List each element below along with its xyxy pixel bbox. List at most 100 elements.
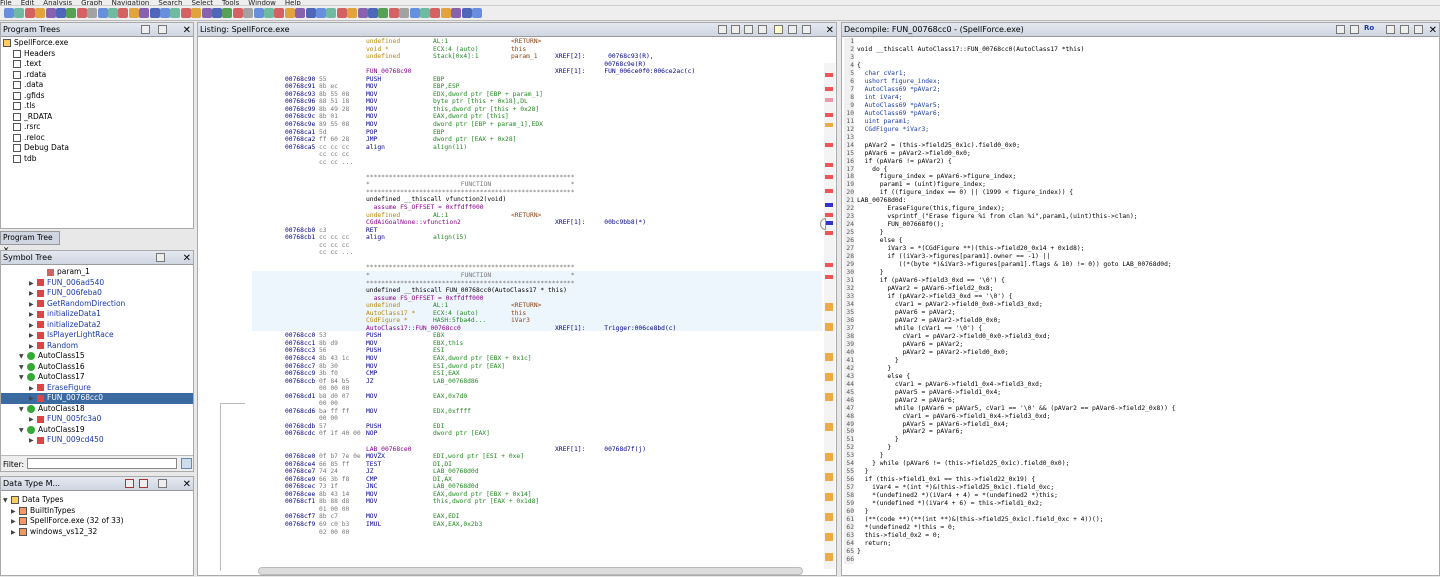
toolbar-button-icon[interactable] — [316, 8, 326, 18]
symbol-tree-item[interactable]: ▶ initializeData1 — [1, 309, 193, 320]
symbol-tree-item[interactable]: ▼ AutoClass19 — [1, 425, 193, 436]
listing-line[interactable]: 00768cdb 57 PUSH EDI — [198, 423, 820, 431]
listing-line[interactable]: 00 00 — [198, 400, 820, 408]
decompile-code[interactable]: 1 2 void __thiscall AutoClass17::FUN_00768… — [842, 38, 1440, 577]
toolbar-button-icon[interactable] — [326, 8, 337, 18]
decompile-line[interactable]: 47 while (pAVar6 = pAVar5, cVar1 == '\0'… — [842, 404, 1440, 413]
listing-line[interactable]: 00768cc7 8b 30 MOV ESI,dword ptr [EAX] — [198, 363, 820, 371]
listing-line[interactable]: * FUNCTION * — [198, 181, 820, 189]
decompile-line[interactable]: 42 } — [842, 364, 1440, 373]
decompile-line[interactable]: 25 } — [842, 229, 1440, 238]
decompile-line[interactable]: 30 } — [842, 269, 1440, 278]
tree-item-section[interactable]: Headers — [3, 49, 193, 60]
listing-line[interactable]: AutoClass17::FUN_00768cc0 XREF[1]: Trigge… — [198, 325, 820, 333]
listing-line[interactable]: ****************************************… — [198, 189, 820, 197]
decompile-line[interactable]: 46 pAVar2 = pAVar6; — [842, 396, 1440, 405]
cursor-icon[interactable] — [774, 25, 783, 34]
toolbar-button-icon[interactable] — [128, 8, 139, 18]
camera-icon[interactable] — [1400, 25, 1409, 34]
listing-line[interactable]: assume FS_OFFSET = 0xffdff000 — [198, 204, 820, 212]
close-icon[interactable]: ✕ — [826, 24, 834, 38]
toolbar-button-icon[interactable] — [76, 8, 87, 18]
decompile-line[interactable]: 29 ((*(byte *)&iVar3->figures[param1].fl… — [842, 261, 1440, 270]
toolbar-button-icon[interactable] — [388, 8, 399, 18]
decompile-line[interactable]: 36 pAVar2 = pAVar2->field0_0x0; — [842, 316, 1440, 325]
expand-arrow-icon[interactable]: ▶ — [11, 528, 19, 538]
toolbar-button-icon[interactable] — [108, 8, 118, 18]
overview-bar[interactable] — [824, 63, 835, 569]
listing-line[interactable]: 00768c93 8b 55 08 MOV EDX,dword ptr [EBP + … — [198, 91, 820, 99]
listing-line[interactable]: 00768c9c 8b 01 MOV EAX,dword ptr [this] — [198, 113, 820, 121]
listing-line[interactable]: 00768c91 8b ec MOV EBP,ESP — [198, 83, 820, 91]
decompile-line[interactable]: 43 else { — [842, 372, 1440, 381]
listing-line[interactable]: 00768ca5 cc cc cc align align(11) — [198, 144, 820, 152]
listing-line[interactable]: undefined __thiscall FUN_00768cc0(AutoCl… — [198, 287, 820, 295]
decompile-line[interactable]: 54 } while (pAVar6 != (this->field25_0x1… — [842, 460, 1440, 469]
listing-line[interactable]: 00768cec 73 1f JNC LAB_00768d0d — [198, 483, 820, 491]
decompile-line[interactable]: 66 — [842, 555, 1440, 564]
listing-line[interactable]: 00768ce4 66 85 ff TEST DI,DI — [198, 461, 820, 469]
decompile-line[interactable]: 5 char cVar1; — [842, 69, 1440, 78]
toolbar-button-icon[interactable] — [451, 8, 462, 18]
decompile-line[interactable]: 60 } — [842, 508, 1440, 517]
symbol-tree-item[interactable]: ▼ AutoClass16 — [1, 362, 193, 373]
toolbar-button-icon[interactable] — [149, 8, 160, 18]
toolbar-button-icon[interactable] — [56, 8, 66, 18]
data-type-item[interactable]: ▶ windows_vs12_32 — [1, 527, 193, 538]
toolbar-button-icon[interactable] — [243, 8, 254, 18]
listing-line[interactable]: 00768cc1 8b d9 MOV EBX,this — [198, 340, 820, 348]
symbol-tree-item[interactable]: ▶ FUN_00768cc0 — [1, 393, 193, 404]
tree-root[interactable]: SpellForce.exe — [3, 38, 193, 49]
collapse-icon[interactable] — [158, 479, 167, 488]
decompile-line[interactable]: 48 cVar1 = pAVar6->field1_0x4->field3_0x… — [842, 412, 1440, 421]
decompile-line[interactable]: 27 iVar3 = *(CGdFigure **)(this->field20… — [842, 245, 1440, 254]
listing-line[interactable]: ****************************************… — [198, 174, 820, 182]
decompile-line[interactable]: 24 FUN_007668f0(); — [842, 221, 1440, 230]
toolbar-button-icon[interactable] — [45, 8, 56, 18]
decompile-line[interactable]: 31 if (pAVar6->field3_0xd == '\0') { — [842, 277, 1440, 286]
new-folder-icon[interactable] — [141, 25, 150, 34]
decompile-line[interactable]: 9 AutoClass69 *pAVar5; — [842, 101, 1440, 110]
edit-fields-icon[interactable] — [744, 25, 753, 34]
tree-item-section[interactable]: .tls — [3, 101, 193, 112]
listing-line[interactable]: 00768c9e(R) — [198, 61, 820, 69]
toolbar-button-icon[interactable] — [264, 8, 274, 18]
horizontal-scrollbar[interactable] — [258, 567, 803, 575]
camera-icon[interactable] — [788, 25, 797, 34]
listing-line[interactable]: 00768ccb 0f 84 b5 JZ LAB_00768d86 — [198, 378, 820, 386]
decompile-line[interactable]: 13 — [842, 133, 1440, 142]
decompile-line[interactable]: 17 do { — [842, 165, 1440, 174]
decompile-line[interactable]: 53 } — [842, 452, 1440, 461]
listing-line[interactable]: 00768c90 55 PUSH EBP — [198, 76, 820, 84]
toolbar-button-icon[interactable] — [191, 8, 202, 18]
data-type-item[interactable]: ▼ Data Types — [1, 495, 193, 506]
listing-line[interactable]: 00768cee 8b 43 14 MOV EAX,dword ptr [EBX + … — [198, 491, 820, 499]
decompile-line[interactable]: 33 if (pAVar2->field3_0xd == '\0') { — [842, 293, 1440, 301]
symbol-tree-item[interactable]: ▶ EraseFigure — [1, 383, 193, 394]
toolbar-button-icon[interactable] — [399, 8, 410, 18]
listing-line[interactable]: 00768cf1 8b 88 d8 MOV this,dword ptr [EAX +… — [198, 498, 820, 506]
decompile-line[interactable]: 55 } — [842, 468, 1440, 477]
options-icon[interactable] — [1414, 25, 1423, 34]
symbol-tree-item[interactable]: ▶ FUN_006ad540 — [1, 278, 193, 289]
decompile-line[interactable]: 38 cVar1 = pAVar2->field0_0x0->field3_0x… — [842, 332, 1440, 341]
toolbar-button-icon[interactable] — [305, 8, 316, 18]
snapshot-icon[interactable] — [758, 25, 767, 34]
toolbar-button-icon[interactable] — [66, 8, 77, 18]
filter-options-icon[interactable] — [181, 458, 192, 469]
listing-line[interactable]: 00768cc3 56 PUSH ESI — [198, 347, 820, 355]
tree-item-section[interactable]: .gfids — [3, 91, 193, 102]
listing-line[interactable]: undefined Stack[0x4]:1 param_1 XREF[2]: 007… — [198, 53, 820, 61]
symbol-tree-item[interactable]: ▶ FUN_009cd450 — [1, 435, 193, 446]
decompile-line[interactable]: 63 this->field_0x2 = 0; — [842, 532, 1440, 541]
listing-line[interactable]: 00768c9e 89 55 08 MOV dword ptr [EBP + para… — [198, 121, 820, 129]
listing-line[interactable]: 00768cb1 cc cc cc align align(15) — [198, 234, 820, 242]
decompile-line[interactable]: 4{ — [842, 61, 1440, 70]
decompile-line[interactable]: 58 *(undefined2 *)(iVar4 + 4) = *(undefi… — [842, 492, 1440, 501]
decompile-line[interactable]: 14 pAVar2 = (this->field25_0x1c).field0_… — [842, 141, 1440, 150]
listing-line[interactable]: cc cc cc — [198, 242, 820, 250]
toolbar-button-icon[interactable] — [139, 8, 150, 18]
tree-item-section[interactable]: _RDATA — [3, 112, 193, 123]
decompile-line[interactable]: 40 pAVar2 = pAVar2->field0_0x0; — [842, 348, 1440, 357]
decompile-line[interactable]: 45 pAVar5 = pAVar6->field1_0x4; — [842, 388, 1440, 397]
